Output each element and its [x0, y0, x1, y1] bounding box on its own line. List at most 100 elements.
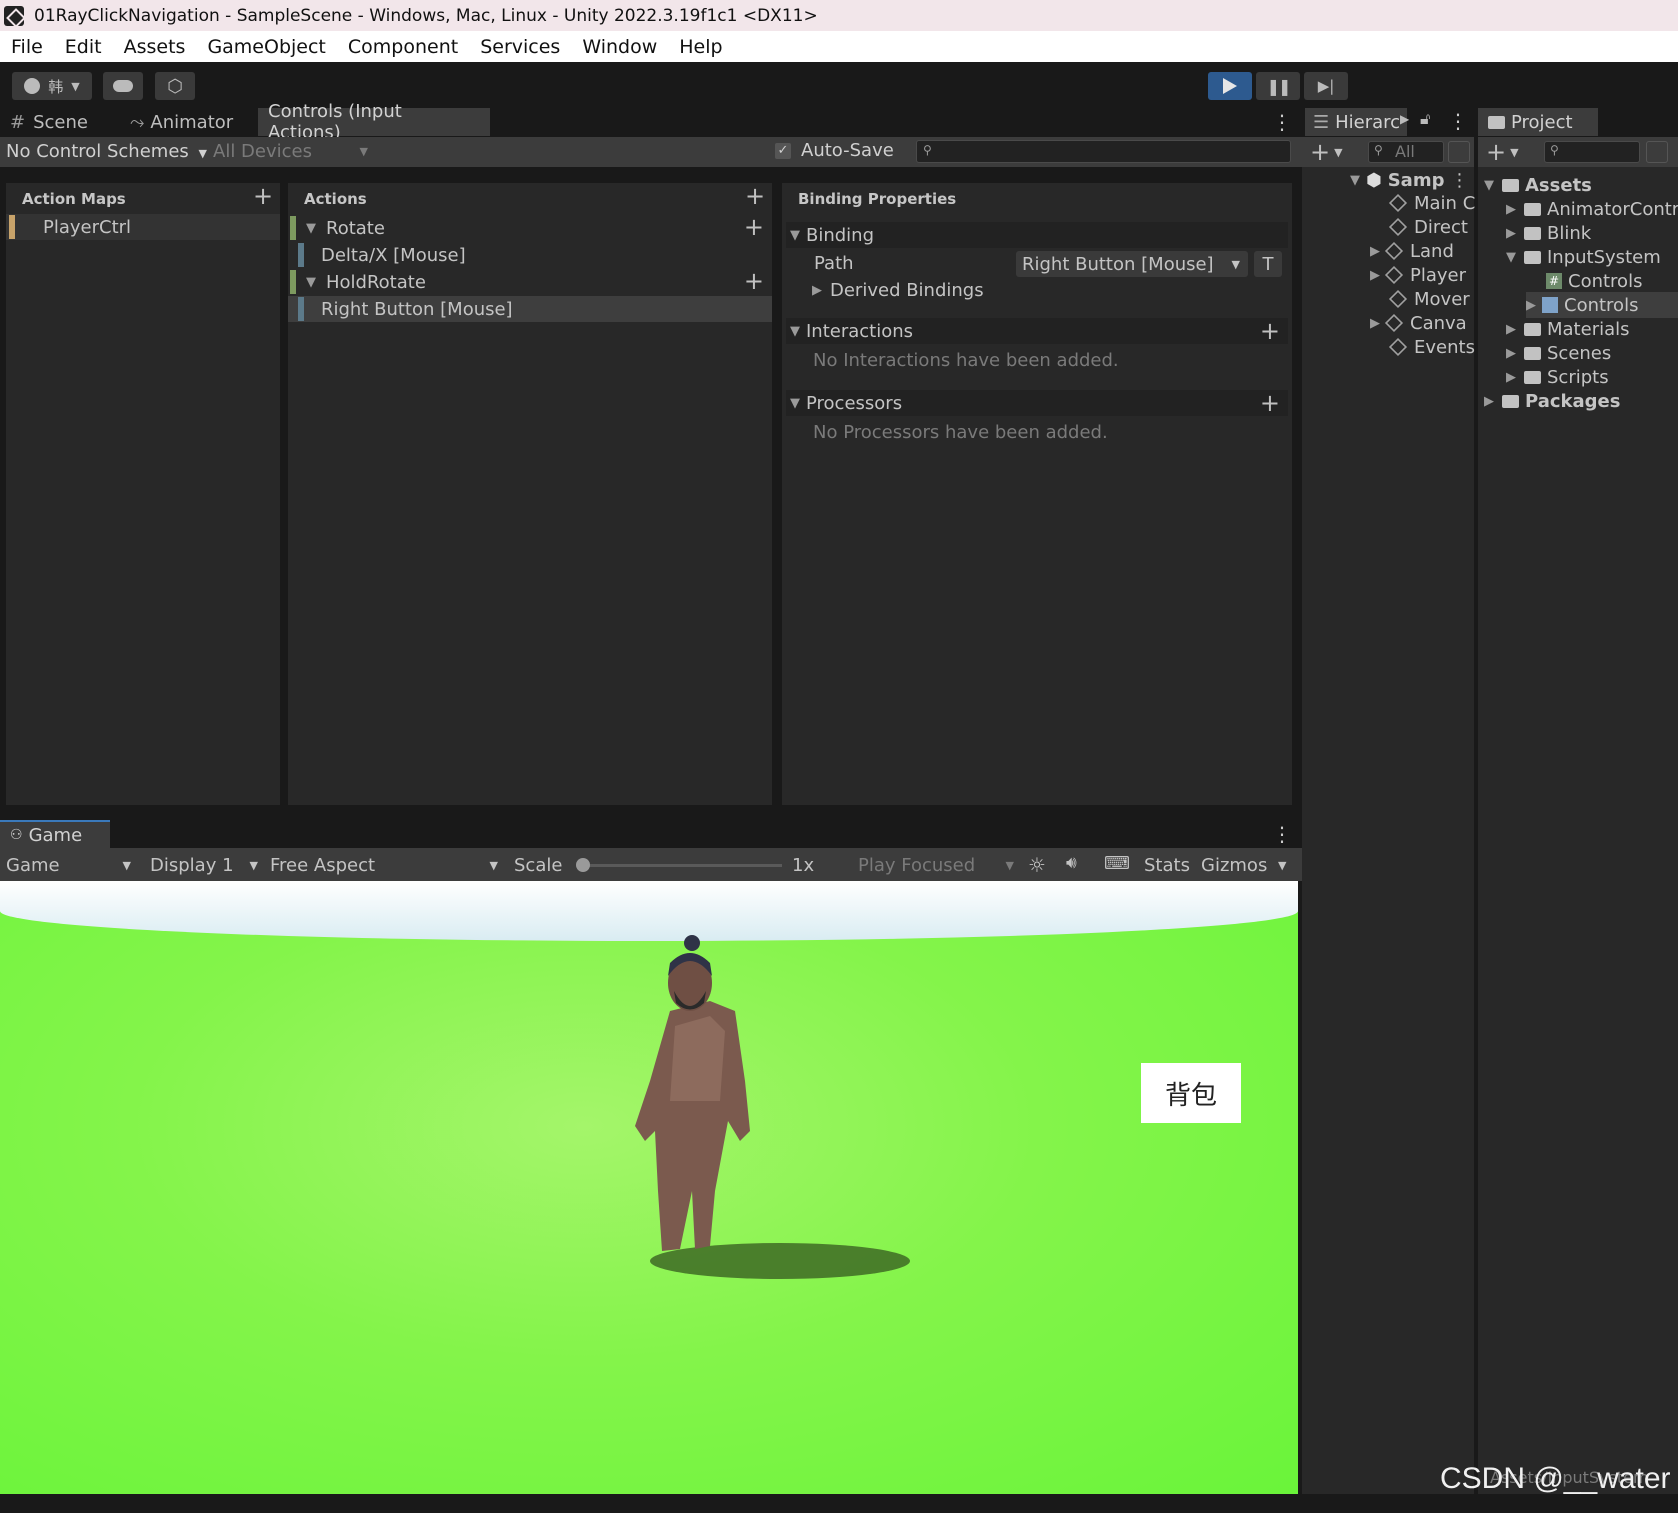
project-search-input[interactable]: ⚲ — [1544, 141, 1640, 163]
menu-help[interactable]: Help — [679, 36, 722, 58]
display-dropdown[interactable]: Display 1 ▼ — [150, 855, 258, 876]
binding-row-right-button[interactable]: Right Button [Mouse] — [288, 296, 772, 322]
expand-triangle-icon: ▼ — [1350, 172, 1360, 188]
project-folder-item[interactable]: ▼ InputSystem — [1506, 244, 1661, 270]
hierarchy-item[interactable]: ▶ Canva — [1370, 310, 1467, 336]
tab-overflow-arrow-icon[interactable]: ▶ — [1400, 112, 1409, 126]
account-button[interactable]: 韩 ▼ — [12, 72, 92, 100]
project-folder-item[interactable]: ▶ Blink — [1506, 220, 1591, 246]
game-viewport[interactable] — [0, 881, 1298, 1494]
project-assets-root[interactable]: ▼ Assets — [1484, 172, 1592, 198]
add-binding-button[interactable]: + — [744, 215, 764, 239]
collapsed-triangle-icon: ▶ — [1506, 225, 1516, 241]
add-processor-button[interactable]: + — [1260, 391, 1280, 415]
add-binding-button[interactable]: + — [744, 269, 764, 293]
action-color-bar — [290, 270, 296, 294]
bug-icon[interactable]: ☼ — [1028, 853, 1046, 877]
project-folder-item[interactable]: ▶ AnimatorContro — [1506, 196, 1678, 222]
project-asset-item[interactable]: ▶ Controls — [1526, 292, 1678, 318]
scale-slider-handle[interactable] — [576, 858, 590, 872]
menu-file[interactable]: File — [11, 36, 43, 58]
audio-mute-icon[interactable]: 🔊︎ — [1066, 853, 1077, 873]
tab-scene[interactable]: # Scene — [0, 108, 98, 136]
gizmos-button[interactable]: Gizmos — [1201, 855, 1267, 876]
lock-icon[interactable]: 🔓︎ — [1420, 109, 1430, 129]
folder-icon — [1524, 202, 1541, 216]
stats-button[interactable]: Stats — [1144, 855, 1190, 876]
menu-edit[interactable]: Edit — [65, 36, 102, 58]
create-object-button[interactable]: + ▼ — [1310, 140, 1343, 164]
add-interaction-button[interactable]: + — [1260, 319, 1280, 343]
backpack-button[interactable]: 背包 — [1141, 1063, 1241, 1123]
menu-window[interactable]: Window — [582, 36, 657, 58]
project-packages-root[interactable]: ▶ Packages — [1484, 388, 1620, 414]
control-schemes-dropdown[interactable]: No Control Schemes ▼ — [6, 141, 207, 162]
binding-section-header[interactable]: ▼ Binding — [786, 222, 1288, 248]
path-dropdown[interactable]: Right Button [Mouse] ▼ — [1016, 251, 1248, 277]
game-tab-strip — [0, 820, 1302, 848]
hierarchy-item[interactable]: Main C — [1388, 190, 1475, 216]
project-folder-item[interactable]: ▶ Scripts — [1506, 364, 1609, 390]
auto-save-toggle[interactable]: ✓ Auto-Save — [775, 140, 894, 161]
menu-assets[interactable]: Assets — [124, 36, 186, 58]
play-focused-dropdown[interactable]: Play Focused ▼ — [858, 855, 1014, 876]
tab-controls[interactable]: Controls (Input Actions) — [258, 101, 490, 143]
add-action-map-button[interactable]: + — [253, 184, 273, 208]
list-icon: ☰ — [1313, 111, 1330, 133]
hierarchy-search-input[interactable]: ⚲ All — [1368, 141, 1444, 163]
actions-search-input[interactable]: ⚲ — [916, 140, 1291, 163]
binding-row-delta-x[interactable]: Delta/X [Mouse] — [288, 242, 772, 268]
kebab-menu-icon[interactable]: ⋮ — [1450, 170, 1468, 191]
hierarchy-item[interactable]: Direct — [1388, 214, 1468, 240]
create-asset-button[interactable]: + ▼ — [1486, 140, 1519, 164]
kebab-menu-icon[interactable]: ⋮ — [1272, 822, 1292, 846]
play-button[interactable] — [1208, 72, 1252, 100]
aspect-dropdown[interactable]: Free Aspect ▼ — [270, 855, 498, 876]
step-button[interactable]: ▶| — [1304, 72, 1348, 100]
menu-component[interactable]: Component — [348, 36, 458, 58]
folder-label: AnimatorContro — [1547, 198, 1678, 220]
tab-animator[interactable]: ⤳ Animator — [120, 108, 243, 136]
processors-section-header[interactable]: ▼ Processors + — [786, 390, 1288, 416]
search-options-icon[interactable] — [1646, 141, 1668, 163]
hierarchy-item[interactable]: ▶ Player — [1370, 262, 1466, 288]
project-asset-item[interactable]: # Controls — [1546, 268, 1642, 294]
derived-bindings-foldout[interactable]: ▶ Derived Bindings — [812, 280, 984, 301]
pause-button[interactable]: ❚❚ — [1256, 72, 1300, 100]
project-folder-item[interactable]: ▶ Materials — [1506, 316, 1630, 342]
devices-dropdown[interactable]: All Devices ▼ — [213, 141, 368, 162]
project-folder-item[interactable]: ▶ Scenes — [1506, 340, 1611, 366]
tab-hierarchy[interactable]: ☰ Hierarc — [1305, 108, 1407, 136]
action-map-item[interactable]: PlayerCtrl — [6, 214, 280, 240]
no-interactions-text: No Interactions have been added. — [813, 350, 1119, 371]
binding-section-label: Binding — [806, 224, 875, 246]
cloud-button[interactable] — [103, 72, 143, 100]
hierarchy-item[interactable]: Events — [1388, 334, 1475, 360]
watermark-text: CSDN @__water — [1440, 1462, 1671, 1495]
pause-icon: ❚❚ — [1266, 76, 1292, 96]
hierarchy-item[interactable]: Mover — [1388, 286, 1470, 312]
derived-bindings-label: Derived Bindings — [830, 280, 984, 301]
tab-project[interactable]: Project — [1478, 108, 1598, 136]
kebab-menu-icon[interactable]: ⋮ — [1448, 109, 1468, 133]
menu-gameobject[interactable]: GameObject — [207, 36, 325, 58]
menu-services[interactable]: Services — [480, 36, 560, 58]
folder-label: Scenes — [1547, 342, 1612, 364]
action-row-holdrotate[interactable]: ▼ HoldRotate + — [288, 269, 772, 295]
account-icon — [24, 78, 41, 94]
scale-slider[interactable] — [576, 858, 782, 872]
text-mode-button[interactable]: T — [1254, 251, 1282, 277]
kebab-menu-icon[interactable]: ⋮ — [1272, 110, 1292, 134]
game-mode-dropdown[interactable]: Game ▼ — [6, 855, 131, 876]
hierarchy-item[interactable]: ▶ Land — [1370, 238, 1454, 264]
expand-triangle-icon: ▼ — [790, 227, 800, 243]
add-action-button[interactable]: + — [745, 184, 765, 208]
collab-button[interactable]: ⬡ — [155, 72, 195, 100]
interactions-section-header[interactable]: ▼ Interactions + — [786, 318, 1288, 344]
tab-game[interactable]: ⚇ Game — [0, 820, 110, 848]
action-row-rotate[interactable]: ▼ Rotate + — [288, 215, 772, 241]
chevron-down-icon[interactable]: ▼ — [1278, 859, 1286, 872]
hierarchy-item-label: Player — [1410, 264, 1467, 286]
keyboard-icon[interactable]: ⌨ — [1104, 853, 1130, 874]
search-options-icon[interactable] — [1448, 141, 1470, 163]
